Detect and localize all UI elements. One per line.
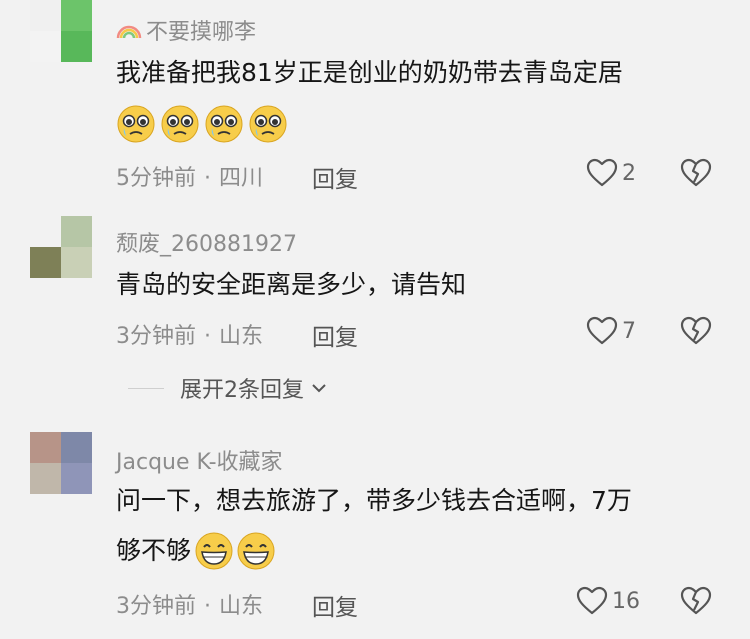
heart-icon — [586, 158, 618, 187]
avatar-tile — [30, 31, 61, 62]
username[interactable]: 颓废_260881927 — [116, 226, 297, 258]
username[interactable]: 不要摸哪李 — [116, 14, 256, 46]
avatar-tile — [30, 463, 61, 494]
comment-text: 我准备把我81岁正是创业的奶奶带去青岛定居 — [116, 58, 623, 87]
comment-meta: 3分钟前 · 山东 回复 — [116, 318, 358, 351]
avatar-tile — [30, 0, 61, 31]
like-count: 7 — [622, 318, 636, 344]
reply-button[interactable]: 回复 — [312, 160, 358, 194]
location: 四川 — [219, 166, 264, 191]
pleading-face-icon — [205, 105, 243, 143]
like-button[interactable]: 2 — [586, 158, 636, 188]
grinning-face-icon — [195, 532, 233, 570]
reply-button[interactable]: 回复 — [312, 318, 358, 352]
broken-heart-icon — [680, 586, 712, 615]
comment-meta: 3分钟前 · 山东 回复 — [116, 588, 358, 621]
avatar[interactable] — [30, 432, 92, 494]
dislike-button[interactable] — [680, 158, 712, 192]
expand-replies-button[interactable]: 展开2条回复 — [128, 372, 330, 404]
location: 山东 — [219, 324, 264, 349]
rainbow-icon — [116, 25, 142, 38]
username-text: 不要摸哪李 — [146, 20, 257, 45]
reply-button[interactable]: 回复 — [312, 588, 358, 622]
avatar-tile — [61, 216, 92, 247]
heart-icon — [586, 316, 618, 345]
emoji-row — [116, 104, 288, 144]
avatar-tile — [61, 463, 92, 494]
broken-heart-icon — [680, 316, 712, 345]
divider — [128, 387, 164, 389]
avatar-tile — [61, 432, 92, 463]
avatar-tile — [61, 0, 92, 31]
location: 山东 — [219, 594, 264, 619]
avatar-tile — [30, 432, 61, 463]
avatar-tile — [61, 247, 92, 278]
dislike-button[interactable] — [680, 316, 712, 350]
like-button[interactable]: 7 — [586, 316, 636, 346]
pleading-face-icon — [117, 105, 155, 143]
expand-replies-label: 展开2条回复 — [180, 378, 304, 403]
timestamp: 3分钟前 — [116, 324, 196, 349]
comment-meta: 5分钟前 · 四川 回复 — [116, 160, 358, 193]
avatar-tile — [30, 247, 61, 278]
timestamp: 3分钟前 — [116, 594, 196, 619]
comment-text-line2: 够不够 — [116, 536, 192, 565]
timestamp: 5分钟前 — [116, 166, 196, 191]
pleading-face-icon — [161, 105, 199, 143]
comment-text: 问一下，想去旅游了，带多少钱去合适啊，7万 — [116, 486, 632, 515]
like-count: 2 — [622, 160, 636, 186]
avatar[interactable] — [30, 216, 92, 278]
grinning-face-icon — [237, 532, 275, 570]
heart-icon — [576, 586, 608, 615]
pleading-face-icon — [249, 105, 287, 143]
like-button[interactable]: 16 — [576, 586, 640, 616]
avatar-tile — [61, 31, 92, 62]
comment-text: 青岛的安全距离是多少，请告知 — [116, 270, 467, 299]
dislike-button[interactable] — [680, 586, 712, 620]
username[interactable]: Jacque K-收藏家 — [116, 444, 283, 476]
comment-text-continued: 够不够 — [116, 528, 716, 574]
like-count: 16 — [612, 588, 640, 614]
broken-heart-icon — [680, 158, 712, 187]
chevron-down-icon — [312, 384, 326, 393]
avatar-tile — [30, 216, 61, 247]
avatar[interactable] — [30, 0, 92, 62]
